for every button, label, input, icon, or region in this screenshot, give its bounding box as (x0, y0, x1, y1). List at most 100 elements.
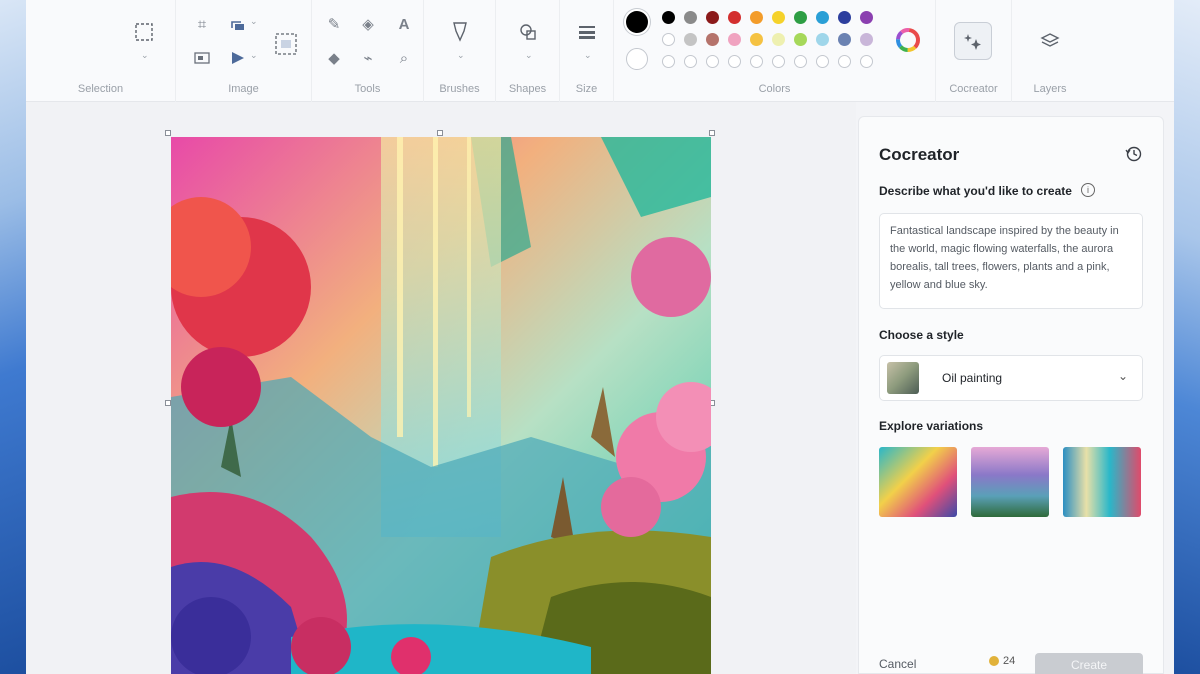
group-label-colors: Colors (758, 83, 791, 95)
custom-color-slot[interactable] (838, 55, 851, 68)
paint-window: ⌄ Selection ⌗ ⌄ ⌄ Image ✎ ◈ A ◆ ⌁ ⌕ Tool… (26, 0, 1174, 674)
chevron-down-icon[interactable]: ⌄ (525, 50, 533, 61)
rotate-icon[interactable] (226, 12, 250, 36)
desktop-wallpaper-left (0, 0, 28, 674)
color-swatch[interactable] (684, 33, 697, 46)
variation-thumbnail-3[interactable] (1063, 447, 1141, 517)
variation-thumbnail-2[interactable] (971, 447, 1049, 517)
primary-color-swatch[interactable] (626, 11, 648, 33)
group-label-cocreator: Cocreator (949, 83, 998, 95)
generated-artwork-canvas[interactable] (171, 137, 711, 674)
style-dropdown[interactable]: Oil painting ⌄ (879, 355, 1143, 401)
create-button[interactable]: Create (1035, 653, 1143, 674)
custom-color-slot[interactable] (794, 55, 807, 68)
custom-color-slot[interactable] (662, 55, 675, 68)
panel-footer: Cancel 24 Create (859, 645, 1163, 674)
color-swatch[interactable] (816, 11, 829, 24)
credits-counter: 24 (989, 655, 1015, 667)
resize-handle-top-right[interactable] (709, 130, 715, 136)
color-swatch[interactable] (794, 11, 807, 24)
color-swatch[interactable] (662, 11, 675, 24)
color-swatch[interactable] (750, 11, 763, 24)
ribbon-toolbar: ⌄ Selection ⌗ ⌄ ⌄ Image ✎ ◈ A ◆ ⌁ ⌕ Tool… (26, 0, 1174, 102)
credits-value: 24 (1003, 655, 1016, 667)
crop-icon[interactable]: ⌗ (190, 12, 214, 36)
secondary-color-swatch[interactable] (626, 48, 648, 70)
fill-bucket-icon[interactable]: ◈ (356, 12, 380, 36)
color-swatch[interactable] (772, 33, 785, 46)
selection-rectangle-icon[interactable] (132, 20, 156, 44)
brushes-group: ⌄ Brushes (424, 0, 496, 102)
color-swatch[interactable] (662, 33, 675, 46)
variations-label: Explore variations (879, 419, 984, 433)
shapes-icon[interactable] (516, 20, 540, 44)
chevron-down-icon[interactable]: ⌄ (584, 50, 592, 61)
group-label-shapes: Shapes (508, 83, 547, 95)
desktop-wallpaper-right (1172, 0, 1200, 674)
chevron-down-icon[interactable]: ⌄ (250, 16, 258, 27)
selection-group: ⌄ Selection (26, 0, 176, 102)
custom-color-slot[interactable] (772, 55, 785, 68)
image-select-icon[interactable] (272, 30, 300, 58)
color-swatch[interactable] (728, 11, 741, 24)
color-swatch[interactable] (860, 33, 873, 46)
color-swatch[interactable] (838, 11, 851, 24)
pencil-icon[interactable]: ✎ (322, 12, 346, 36)
cocreator-group: Cocreator (936, 0, 1012, 102)
line-size-icon[interactable] (575, 20, 599, 44)
variation-thumbnail-1[interactable] (879, 447, 957, 517)
eraser-icon[interactable]: ◆ (322, 46, 346, 70)
resize-handle-top-left[interactable] (165, 130, 171, 136)
magnifier-icon[interactable]: ⌕ (392, 46, 416, 70)
color-swatch[interactable] (684, 11, 697, 24)
chevron-down-icon[interactable]: ⌄ (141, 50, 149, 61)
color-picker-icon[interactable]: ⌁ (356, 46, 380, 70)
color-swatch[interactable] (728, 33, 741, 46)
shapes-group: ⌄ Shapes (496, 0, 560, 102)
group-label-image: Image (228, 83, 259, 95)
color-swatch[interactable] (706, 11, 719, 24)
prompt-textarea[interactable]: Fantastical landscape inspired by the be… (879, 213, 1143, 309)
edit-colors-icon[interactable] (894, 26, 922, 54)
group-label-layers: Layers (1033, 83, 1067, 95)
color-swatch[interactable] (772, 11, 785, 24)
custom-color-slot[interactable] (816, 55, 829, 68)
custom-color-slot[interactable] (750, 55, 763, 68)
color-swatch[interactable] (706, 33, 719, 46)
layers-group: Layers (1012, 0, 1088, 102)
color-swatch[interactable] (838, 33, 851, 46)
style-thumbnail (887, 362, 919, 394)
flip-icon[interactable] (226, 46, 250, 70)
color-swatch[interactable] (794, 33, 807, 46)
color-swatch[interactable] (860, 11, 873, 24)
layers-icon[interactable] (1038, 30, 1062, 54)
brush-icon[interactable] (448, 20, 472, 44)
info-icon[interactable]: i (1081, 183, 1095, 197)
artwork-illustration (171, 137, 711, 674)
custom-color-slot[interactable] (728, 55, 741, 68)
panel-title: Cocreator (879, 145, 960, 164)
resize-handle-top[interactable] (437, 130, 443, 136)
custom-color-slot[interactable] (860, 55, 873, 68)
image-group: ⌗ ⌄ ⌄ Image (176, 0, 312, 102)
group-label-size: Size (575, 83, 598, 95)
group-label-selection: Selection (77, 83, 124, 95)
describe-label: Describe what you'd like to create (879, 184, 1072, 198)
cocreator-icon[interactable] (954, 22, 992, 60)
text-icon[interactable]: A (392, 12, 416, 36)
chevron-down-icon[interactable]: ⌄ (457, 50, 465, 61)
group-label-tools: Tools (354, 83, 381, 95)
custom-color-slot[interactable] (684, 55, 697, 68)
cancel-button[interactable]: Cancel (879, 657, 916, 671)
custom-color-slot[interactable] (706, 55, 719, 68)
colors-group: Colors (614, 0, 936, 102)
credit-coin-icon (989, 656, 999, 667)
resize-icon[interactable] (190, 46, 214, 70)
chevron-down-icon[interactable]: ⌄ (250, 50, 258, 61)
chevron-down-icon: ⌄ (1117, 369, 1128, 383)
group-label-brushes: Brushes (439, 83, 480, 95)
history-icon[interactable] (1125, 145, 1143, 163)
color-swatch[interactable] (816, 33, 829, 46)
color-swatch[interactable] (750, 33, 763, 46)
tools-group: ✎ ◈ A ◆ ⌁ ⌕ Tools (312, 0, 424, 102)
